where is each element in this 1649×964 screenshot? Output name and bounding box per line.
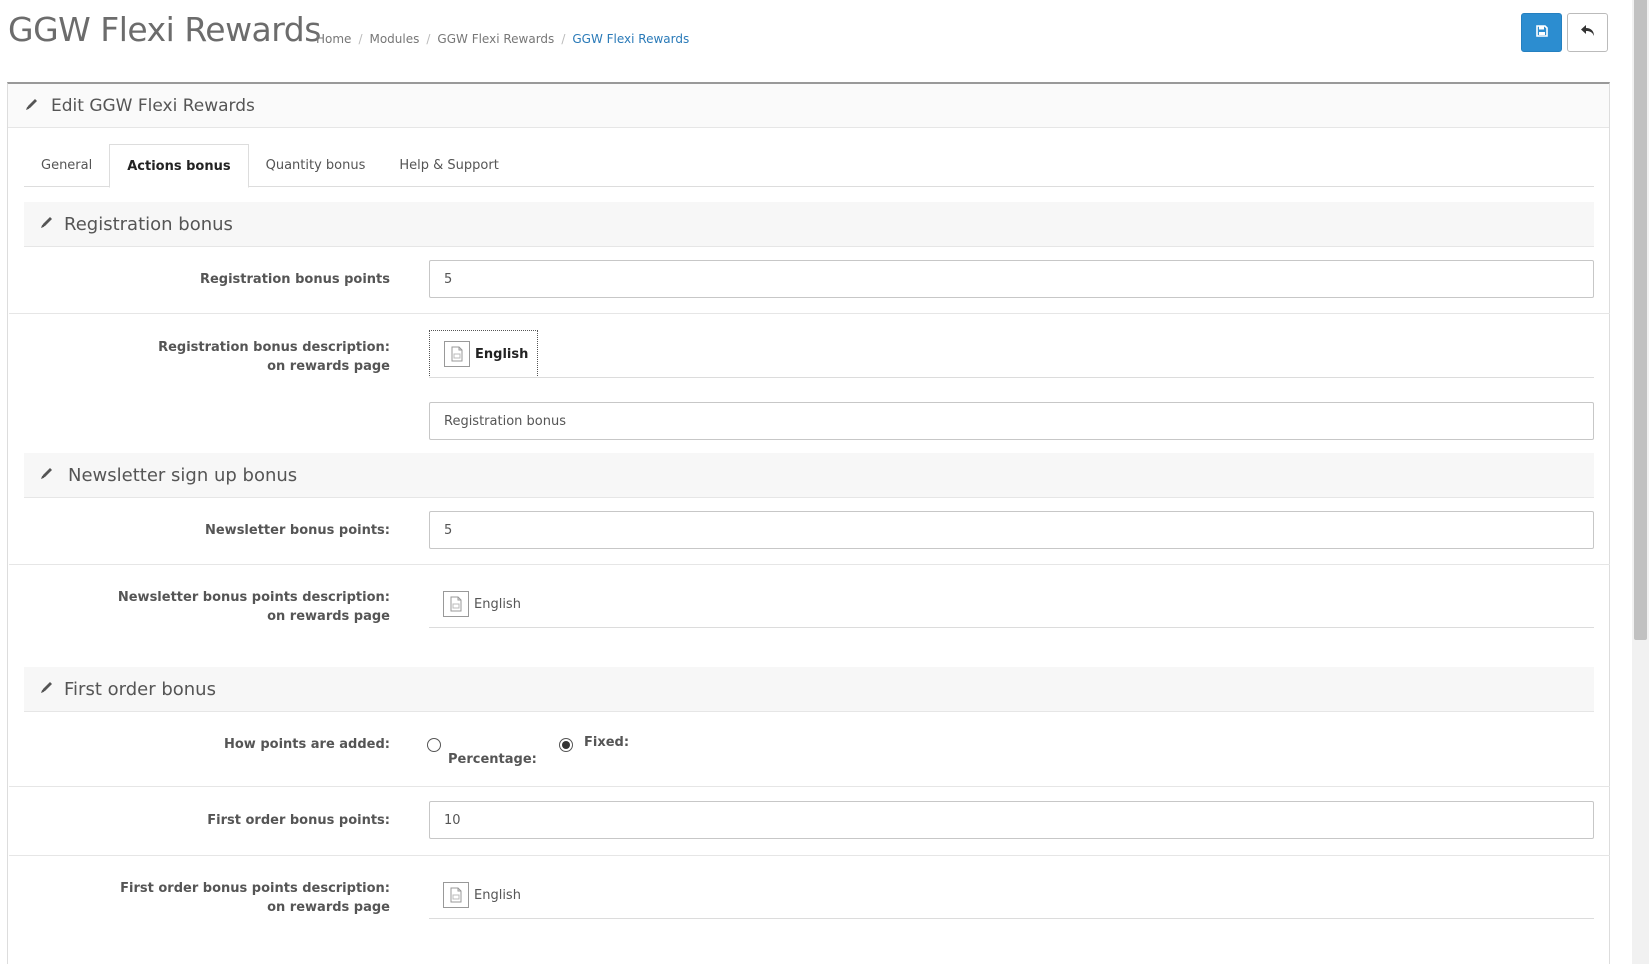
language-label: English (474, 596, 521, 612)
language-tab-english[interactable]: English (429, 871, 521, 919)
flag-icon (444, 341, 470, 367)
first-order-desc-label-line2: on rewards page (267, 900, 390, 915)
tab-general[interactable]: General (24, 144, 109, 187)
first-order-points-label: First order bonus points: (207, 813, 390, 828)
language-tab-english[interactable]: English (429, 330, 538, 378)
breadcrumb-home[interactable]: Home (316, 32, 351, 46)
newsletter-desc-label-line2: on rewards page (267, 609, 390, 624)
breadcrumb-modules[interactable]: Modules (369, 32, 419, 46)
panel-heading-text: Edit GGW Flexi Rewards (51, 95, 255, 116)
first-order-points-input[interactable]: 10 (429, 801, 1594, 839)
newsletter-desc-label-line1: Newsletter bonus points description: (117, 590, 390, 605)
divider (9, 313, 1610, 314)
language-tab-underline (429, 627, 1594, 628)
newsletter-points-input[interactable]: 5 (429, 511, 1594, 549)
pencil-icon (40, 466, 54, 484)
breadcrumb-module[interactable]: GGW Flexi Rewards (437, 32, 554, 46)
radio-percentage[interactable] (427, 735, 441, 752)
registration-desc-label-line2: on rewards page (267, 359, 390, 374)
breadcrumb-current[interactable]: GGW Flexi Rewards (572, 32, 689, 46)
first-order-desc-label: First order bonus points description: on… (8, 879, 390, 917)
breadcrumb-separator: / (426, 32, 431, 46)
language-tab-english[interactable]: English (429, 580, 521, 628)
radio-fixed-label[interactable]: Fixed: (584, 735, 629, 750)
section-registration-bonus: Registration bonus (24, 202, 1594, 247)
tab-actions-bonus[interactable]: Actions bonus (109, 144, 249, 188)
newsletter-points-label: Newsletter bonus points: (204, 523, 390, 538)
flag-icon (443, 591, 469, 617)
registration-points-label: Registration bonus points (199, 272, 390, 287)
how-points-label: How points are added: (223, 737, 390, 752)
newsletter-desc-label: Newsletter bonus points description: on … (8, 588, 390, 626)
pencil-icon (40, 215, 54, 233)
section-title: First order bonus (64, 678, 216, 700)
tab-bar: General Actions bonus Quantity bonus Hel… (24, 144, 1594, 188)
panel-heading: Edit GGW Flexi Rewards (8, 84, 1609, 128)
registration-desc-label-line1: Registration bonus description: (158, 340, 390, 355)
divider (9, 786, 1610, 787)
pencil-icon (25, 97, 39, 115)
breadcrumb-separator: / (358, 32, 363, 46)
radio-selected-dot (562, 741, 570, 749)
edit-panel: Edit GGW Flexi Rewards General Actions b… (7, 82, 1610, 964)
first-order-desc-label-line1: First order bonus points description: (120, 881, 390, 896)
divider (9, 564, 1610, 565)
radio-fixed-input[interactable] (559, 738, 573, 752)
tab-quantity-bonus[interactable]: Quantity bonus (249, 144, 383, 187)
back-icon (1580, 24, 1596, 42)
language-tab-underline (429, 918, 1594, 919)
language-label: English (475, 346, 529, 362)
radio-percentage-input[interactable] (427, 738, 441, 752)
save-icon (1535, 24, 1548, 41)
radio-percentage-label[interactable]: Percentage: (448, 752, 537, 767)
registration-desc-label: Registration bonus description: on rewar… (8, 338, 390, 376)
flag-icon (443, 882, 469, 908)
section-title: Registration bonus (64, 213, 233, 235)
language-label: English (474, 887, 521, 903)
pencil-icon (40, 680, 54, 698)
back-button[interactable] (1567, 13, 1608, 52)
breadcrumb: Home / Modules / GGW Flexi Rewards / GGW… (316, 32, 689, 46)
section-first-order-bonus: First order bonus (24, 667, 1594, 712)
tab-help-support[interactable]: Help & Support (382, 144, 515, 187)
scrollbar-thumb[interactable] (1634, 0, 1647, 640)
save-button[interactable] (1521, 13, 1562, 52)
section-title: Newsletter sign up bonus (68, 464, 298, 486)
radio-fixed[interactable]: Fixed: (559, 735, 629, 752)
registration-points-input[interactable]: 5 (429, 260, 1594, 298)
page-title: GGW Flexi Rewards (8, 10, 321, 49)
section-newsletter-bonus: Newsletter sign up bonus (24, 453, 1594, 498)
language-tab-underline (429, 377, 1594, 378)
breadcrumb-separator: / (561, 32, 566, 46)
registration-desc-input[interactable]: Registration bonus (429, 402, 1594, 440)
divider (9, 855, 1610, 856)
